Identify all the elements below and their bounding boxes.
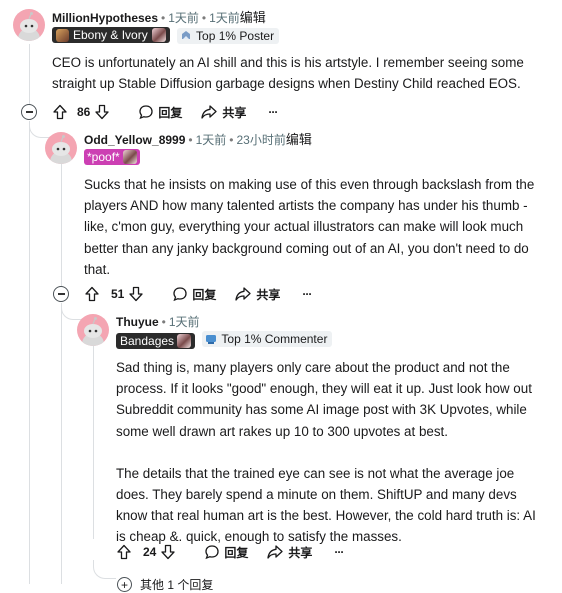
overflow-icon: ···	[302, 287, 312, 301]
user-flair: *poof*	[84, 149, 140, 165]
username[interactable]: Thuyue	[116, 315, 159, 329]
user-flair-label: Ebony & Ivory	[73, 28, 148, 42]
achievement-badge[interactable]: Top 1% Commenter	[202, 331, 333, 347]
timestamp[interactable]: 1天前	[168, 11, 199, 25]
reply-button[interactable]: 回复	[204, 544, 248, 561]
comment-body: CEO is unfortunately an AI shill and thi…	[52, 52, 552, 94]
expand-icon: +	[117, 577, 132, 592]
timestamp[interactable]: 1天前	[169, 315, 200, 329]
more-replies-label: 其他 1 个回复	[140, 578, 214, 592]
overflow-icon: ···	[334, 545, 344, 559]
comment-actions: 51 回复 共享 ···	[84, 282, 329, 306]
edited-label: 编辑	[285, 132, 312, 147]
share-label: 共享	[256, 287, 281, 302]
achievement-badge[interactable]: Top 1% Poster	[177, 27, 280, 44]
achievement-icon	[206, 335, 217, 344]
comment-body: Sucks that he insists on making use of t…	[84, 174, 546, 280]
timestamp[interactable]: 1天前	[196, 133, 227, 147]
comment-icon	[139, 105, 154, 120]
more-replies-button[interactable]: + 其他 1 个回复	[117, 576, 213, 593]
upvote-icon[interactable]	[116, 544, 132, 560]
share-label: 共享	[288, 545, 313, 560]
comment-meta: MillionHypotheses • 1天前 • 1天前编辑	[52, 10, 266, 25]
achievement-label: Top 1% Commenter	[221, 332, 328, 346]
comment-icon	[173, 287, 188, 302]
thread-line-1b	[29, 121, 30, 584]
downvote-icon[interactable]	[128, 286, 144, 302]
reply-label: 回复	[224, 545, 249, 560]
achievement-icon	[182, 30, 191, 39]
comment-icon	[205, 545, 220, 560]
vote-count: 86	[77, 105, 91, 119]
upvote-icon[interactable]	[84, 286, 100, 302]
flair-emoji-icon	[151, 28, 166, 42]
reply-label: 回复	[158, 105, 183, 120]
achievement-label: Top 1% Poster	[196, 28, 275, 43]
comment-paragraph: Sad thing is, many players only care abo…	[116, 360, 532, 439]
reply-button[interactable]: 回复	[172, 286, 216, 303]
edited-timestamp: 23小时前	[236, 133, 286, 147]
overflow-menu-button[interactable]: ···	[268, 105, 278, 119]
collapse-icon[interactable]	[21, 104, 37, 120]
edited-timestamp: 1天前	[209, 11, 240, 25]
thread-line-2	[61, 160, 62, 286]
comment-actions: 86 回复 共享 ···	[52, 100, 295, 124]
comment-body: Sad thing is, many players only care abo…	[116, 357, 548, 548]
overflow-menu-button[interactable]: ···	[302, 287, 312, 301]
share-button[interactable]: 共享	[200, 104, 246, 121]
user-flair: Bandages	[116, 333, 196, 349]
share-icon	[267, 545, 284, 559]
comment-paragraph: CEO is unfortunately an AI shill and thi…	[52, 55, 524, 92]
thread-elbow-3	[93, 560, 116, 579]
thread-line-1	[29, 44, 30, 112]
share-button[interactable]: 共享	[266, 544, 312, 561]
vote-count: 24	[143, 545, 157, 559]
vote-group: 24	[116, 544, 180, 560]
flair-row: Ebony & Ivory Top 1% Poster	[52, 27, 280, 44]
thread-line-2b	[61, 303, 62, 584]
user-flair: Ebony & Ivory	[52, 27, 170, 43]
snoo-avatar-icon	[18, 12, 40, 41]
upvote-icon[interactable]	[52, 104, 68, 120]
comment-actions: 24 回复 共享 ···	[116, 540, 361, 564]
share-icon	[235, 287, 252, 301]
thread-line-3	[93, 344, 94, 539]
flair-emoji-icon	[177, 334, 192, 348]
downvote-icon[interactable]	[94, 104, 110, 120]
edited-label: 编辑	[239, 10, 266, 25]
user-flair-label: Bandages	[120, 334, 175, 348]
flair-row: *poof*	[84, 149, 140, 165]
comment-meta: Thuyue • 1天前	[116, 315, 200, 329]
snoo-avatar-icon	[50, 135, 72, 164]
comment-paragraph: The details that the trained eye can see…	[116, 465, 536, 545]
avatar[interactable]	[13, 9, 45, 41]
share-button[interactable]: 共享	[234, 286, 280, 303]
share-label: 共享	[222, 105, 247, 120]
avatar[interactable]	[77, 314, 109, 346]
downvote-icon[interactable]	[160, 544, 176, 560]
user-flair-label: *poof*	[87, 150, 120, 164]
reply-button[interactable]: 回复	[138, 104, 182, 121]
username[interactable]: Odd_Yellow_8999	[84, 133, 185, 147]
comment-paragraph: Sucks that he insists on making use of t…	[84, 177, 535, 277]
flair-row: Bandages Top 1% Commenter	[116, 331, 333, 349]
vote-group: 86	[52, 104, 114, 120]
flair-emoji-icon	[122, 150, 137, 164]
avatar[interactable]	[45, 132, 77, 164]
comment-meta: Odd_Yellow_8999 • 1天前 • 23小时前编辑	[84, 132, 312, 147]
reply-label: 回复	[192, 287, 217, 302]
snoo-avatar-icon	[82, 317, 104, 346]
share-icon	[201, 105, 218, 119]
vote-count: 51	[111, 287, 125, 301]
flair-emoji-icon	[56, 28, 69, 42]
overflow-icon: ···	[268, 105, 278, 119]
vote-group: 51	[84, 286, 148, 302]
overflow-menu-button[interactable]: ···	[334, 545, 344, 559]
username[interactable]: MillionHypotheses	[52, 11, 158, 25]
collapse-icon[interactable]	[53, 286, 69, 302]
